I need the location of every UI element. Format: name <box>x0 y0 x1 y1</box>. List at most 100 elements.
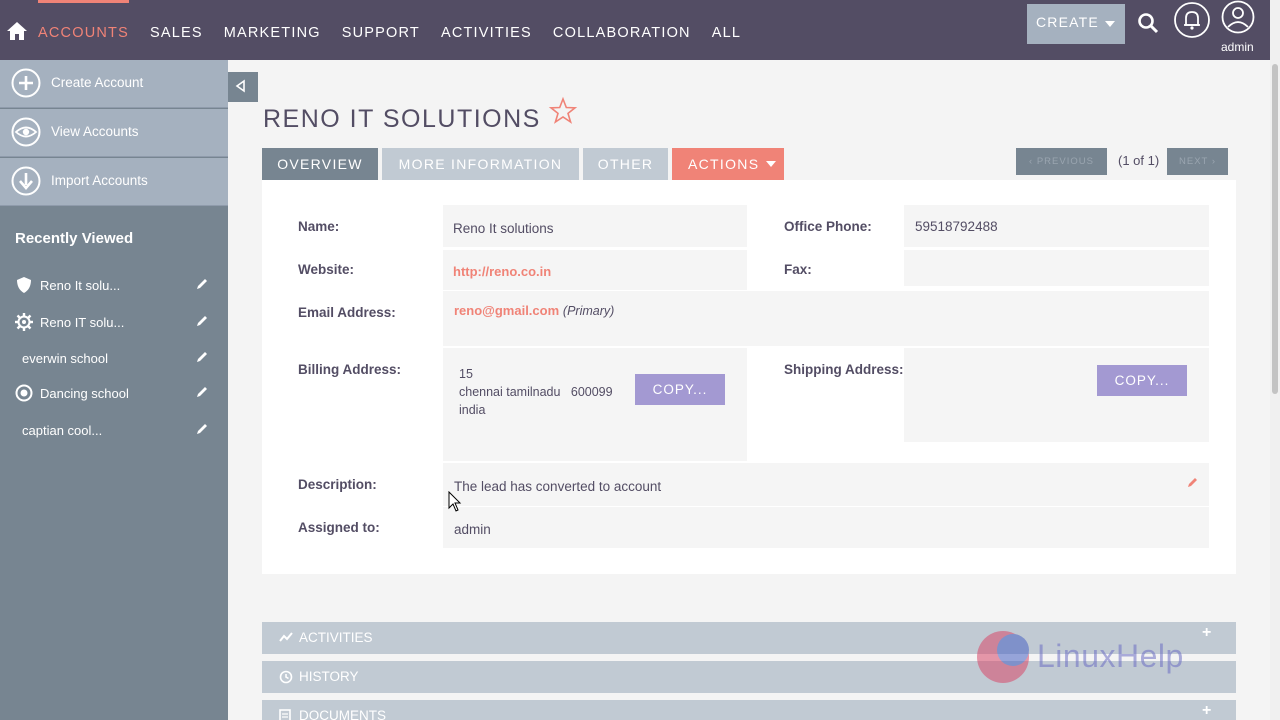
recent-item[interactable]: Dancing school <box>0 382 228 406</box>
tab-other[interactable]: OTHER <box>583 148 668 180</box>
office-phone-label: Office Phone: <box>784 219 872 234</box>
plus-circle-icon <box>11 68 41 98</box>
edit-pencil-icon[interactable] <box>195 385 209 399</box>
inline-edit-pencil-icon[interactable] <box>1187 476 1199 488</box>
recent-item-label: Dancing school <box>40 386 129 401</box>
copy-billing-button[interactable]: COPY... <box>635 374 725 405</box>
target-icon <box>15 384 33 402</box>
fax-field[interactable] <box>904 250 1209 286</box>
history-clock-icon <box>279 670 293 684</box>
scrollbar-thumb[interactable] <box>1272 64 1278 394</box>
shield-icon <box>17 277 31 293</box>
sidebar-collapse-button[interactable] <box>228 72 258 102</box>
sidebar-import-accounts[interactable]: Import Accounts <box>0 158 228 206</box>
notifications-bell-icon[interactable] <box>1173 1 1211 39</box>
nav-sales[interactable]: SALES <box>150 0 203 60</box>
name-label: Name: <box>298 219 340 234</box>
subpanel-label: DOCUMENTS <box>299 708 386 720</box>
linuxhelp-watermark: LinuxHelp <box>975 628 1227 686</box>
tab-overview[interactable]: OVERVIEW <box>262 148 378 180</box>
nav-collaboration[interactable]: COLLABORATION <box>553 0 691 60</box>
user-name-label[interactable]: admin <box>1221 40 1254 54</box>
sidebar-action-label: Create Account <box>51 75 144 90</box>
recent-item[interactable]: Reno IT solu... <box>0 311 228 335</box>
chevron-right-icon: › <box>1211 156 1216 167</box>
actions-dropdown[interactable]: ACTIONS <box>672 148 784 180</box>
assigned-to-label: Assigned to: <box>298 520 380 535</box>
nav-support[interactable]: SUPPORT <box>342 0 420 60</box>
email-label: Email Address: <box>298 305 396 320</box>
top-navigation-bar: ACCOUNTS SALES MARKETING SUPPORT ACTIVIT… <box>0 0 1280 60</box>
subpanel-documents[interactable]: DOCUMENTS + <box>262 700 1236 720</box>
nav-activities[interactable]: ACTIVITIES <box>441 0 532 60</box>
billing-line: india <box>459 403 486 417</box>
subpanel-label: HISTORY <box>299 669 359 684</box>
watermark-text: LinuxHelp <box>1037 638 1184 674</box>
create-button[interactable]: CREATE <box>1027 4 1125 44</box>
assigned-to-field[interactable] <box>443 507 1209 548</box>
sidebar-create-account[interactable]: Create Account <box>0 60 228 108</box>
actions-label: ACTIONS <box>688 156 760 172</box>
edit-pencil-icon[interactable] <box>195 277 209 291</box>
caret-down-icon <box>1105 21 1115 27</box>
recently-viewed-heading: Recently Viewed <box>15 230 134 247</box>
fax-label: Fax: <box>784 262 812 277</box>
collapse-arrow-icon <box>235 79 245 93</box>
billing-line: 15 <box>459 367 473 381</box>
home-icon[interactable] <box>6 20 28 42</box>
activity-chart-icon <box>279 632 293 642</box>
expand-plus-icon[interactable]: + <box>1202 702 1211 720</box>
previous-label: PREVIOUS <box>1036 156 1094 167</box>
recent-item-label: Reno It solu... <box>40 278 121 293</box>
recent-item[interactable]: Reno It solu... <box>0 274 228 298</box>
edit-pencil-icon[interactable] <box>195 350 209 364</box>
recent-item-label: Reno IT solu... <box>40 315 125 330</box>
recent-item[interactable]: everwin school <box>0 347 228 371</box>
edit-pencil-icon[interactable] <box>195 422 209 436</box>
recent-item-label: captian cool... <box>22 423 103 438</box>
gear-icon <box>15 313 33 331</box>
copy-shipping-button[interactable]: COPY... <box>1097 365 1187 396</box>
eye-icon <box>11 117 41 147</box>
sidebar-action-label: Import Accounts <box>51 173 148 188</box>
email-field <box>443 291 1209 346</box>
next-label: NEXT <box>1179 156 1209 167</box>
description-label: Description: <box>298 477 377 492</box>
search-icon[interactable] <box>1136 11 1160 35</box>
linuxhelp-logo-icon <box>977 631 1029 683</box>
billing-line: chennai tamilnadu 600099 <box>459 385 613 399</box>
create-label: CREATE <box>1036 14 1099 30</box>
sidebar-view-accounts[interactable]: View Accounts <box>0 109 228 157</box>
email-value-row: reno@gmail.com (Primary) <box>454 303 614 318</box>
nav-accounts[interactable]: ACCOUNTS <box>38 0 129 60</box>
page-scrollbar[interactable] <box>1270 0 1280 720</box>
favorite-star-icon[interactable] <box>548 96 578 126</box>
description-value: The lead has converted to account <box>454 479 662 494</box>
subpanel-label: ACTIVITIES <box>299 630 373 645</box>
module-menu: ACCOUNTS SALES MARKETING SUPPORT ACTIVIT… <box>38 0 762 60</box>
document-icon <box>279 709 291 720</box>
name-value: Reno It solutions <box>453 221 554 236</box>
edit-pencil-icon[interactable] <box>195 314 209 328</box>
previous-button[interactable]: ‹ PREVIOUS <box>1016 148 1107 175</box>
shipping-address-label: Shipping Address: <box>784 362 904 377</box>
tab-more-information[interactable]: MORE INFORMATION <box>382 148 579 180</box>
download-icon <box>11 166 41 196</box>
sidebar: Create Account View Accounts Import Acco… <box>0 60 228 720</box>
recent-item[interactable]: captian cool... <box>0 419 228 443</box>
email-primary-note: (Primary) <box>562 304 615 318</box>
nav-all[interactable]: ALL <box>712 0 741 60</box>
website-label: Website: <box>298 262 355 277</box>
website-link[interactable]: http://reno.co.in <box>453 264 551 279</box>
pager-count: (1 of 1) <box>1118 153 1160 168</box>
office-phone-value: 59518792488 <box>915 219 998 234</box>
sidebar-action-label: View Accounts <box>51 124 139 139</box>
next-button[interactable]: NEXT › <box>1167 148 1228 175</box>
caret-down-icon <box>766 161 776 167</box>
chevron-left-icon: ‹ <box>1029 156 1034 167</box>
nav-marketing[interactable]: MARKETING <box>224 0 321 60</box>
user-avatar-icon[interactable] <box>1220 0 1256 36</box>
assigned-to-value: admin <box>454 522 491 537</box>
billing-address-label: Billing Address: <box>298 362 402 377</box>
email-link[interactable]: reno@gmail.com <box>454 303 559 318</box>
